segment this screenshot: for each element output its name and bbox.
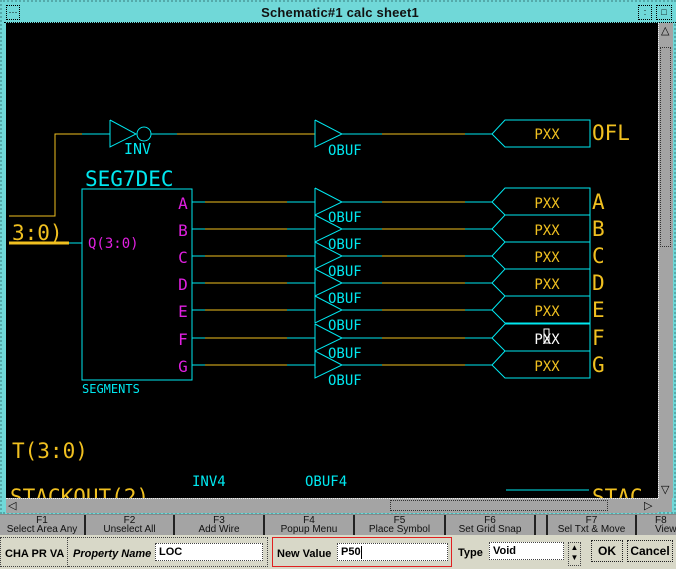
command-bar: CHA PR VA Property Name LOC New Value P5… (0, 535, 676, 569)
text-cursor (360, 545, 362, 559)
stackout-label: STACKOUT(2) (10, 485, 149, 498)
title-bar[interactable]: ⋯ Schematic#1 calc sheet1 : □ (4, 4, 676, 23)
decoder-bottom-label: SEGMENTS (82, 382, 140, 396)
obuf-label: OBUF (328, 291, 362, 307)
scroll-right-arrow-icon[interactable]: ▷ (644, 500, 652, 512)
inverter-bubble (136, 126, 152, 142)
obuf-label: OBUF (328, 143, 362, 159)
bus-t-label: T(3:0) (12, 439, 88, 463)
inverter-label: INV (124, 140, 151, 158)
property-name-label: Property Name (73, 548, 152, 560)
inv4-label: INV4 (192, 474, 226, 490)
horizontal-scroll-thumb[interactable] (390, 500, 608, 511)
new-value-text: P50 (341, 546, 361, 558)
decoder-output-pin: D (178, 275, 188, 294)
decoder-name: SEG7DEC (85, 167, 174, 191)
new-value-label: New Value (277, 548, 332, 560)
fkey-f1[interactable]: F1 Select Area Any (0, 515, 86, 536)
fkey-label: Add Wire (198, 524, 240, 535)
schematic-window: ⋯ Schematic#1 calc sheet1 : □ INV OBUF PXX… (0, 0, 676, 514)
fkey-label: View (655, 524, 676, 535)
pad-loc-label: PXX (534, 196, 560, 212)
net-name-label: A (592, 190, 605, 214)
vertical-scrollbar[interactable]: △ ▽ (658, 23, 673, 498)
pad-loc-label: PXX (534, 223, 560, 239)
obuf-label: OBUF (328, 373, 362, 389)
fkey-f3[interactable]: F3 Add Wire (175, 515, 265, 536)
decoder-output-pin: G (178, 357, 188, 376)
spinner-up-icon[interactable]: ▲ (569, 543, 580, 553)
fkey-label: Sel Txt & Move (557, 524, 626, 535)
obuf-label: OBUF (328, 210, 362, 226)
partial-net-label: STAC (592, 485, 643, 498)
command-name: CHA PR VA (5, 548, 65, 560)
net-name-label: OFL (592, 121, 630, 145)
property-name-cell: Property Name LOC (68, 537, 268, 567)
input-bus-label: 3:0) (12, 221, 63, 245)
net-name-label: B (592, 217, 605, 241)
selected-pad-loc-label: PXX (534, 332, 560, 348)
obuf-label: OBUF (328, 264, 362, 280)
fkey-f2[interactable]: F2 Unselect All (86, 515, 175, 536)
type-field[interactable]: Void (489, 542, 564, 560)
cancel-button[interactable]: Cancel (627, 540, 673, 562)
fkey-label: Place Symbol (368, 524, 431, 535)
decoder-output-pin: C (178, 248, 188, 267)
decoder-output-pin: F (178, 330, 188, 349)
new-value-input[interactable]: P50 (337, 543, 448, 561)
decoder-output-pin: B (178, 221, 188, 240)
net-name-label: C (592, 244, 605, 268)
net-name-label: G (592, 353, 605, 377)
function-key-bar: F1 Select Area Any F2 Unselect All F3 Add W… (0, 514, 676, 536)
fkey-f8[interactable]: F8 View (637, 515, 676, 536)
fkey-f5[interactable]: F5 Place Symbol (355, 515, 446, 536)
obuf-label: OBUF (328, 318, 362, 334)
fkey-f4[interactable]: F4 Popup Menu (265, 515, 355, 536)
scroll-up-arrow-icon[interactable]: △ (661, 25, 669, 37)
net-name-label: F (592, 326, 605, 350)
obuf4-label: OBUF4 (305, 474, 347, 490)
decoder-output-pin: E (178, 302, 188, 321)
window-title: Schematic#1 calc sheet1 (261, 5, 419, 20)
scroll-left-arrow-icon[interactable]: ◁ (8, 500, 16, 512)
obuf-label: OBUF (328, 237, 362, 253)
net-name-label: E (592, 298, 605, 322)
fkey-label: Popup Menu (280, 524, 338, 535)
schematic-drawing[interactable]: INV OBUFPXX OFL3:0)SEG7DECQ(3:0)SEGMENTSAB… (6, 23, 658, 498)
ok-button[interactable]: OK (591, 540, 623, 562)
pad-loc-label: PXX (534, 277, 560, 293)
schematic-canvas[interactable]: INV OBUF PXX OFL 3:0) SEG7DEC Q(3:0) SEGMENTS A B… (6, 23, 658, 498)
decoder-output-pin: A (178, 194, 188, 213)
maximize-icon[interactable]: □ (656, 5, 672, 20)
minimize-icon[interactable]: : (638, 5, 652, 20)
decoder-input-pin: Q(3:0) (88, 236, 139, 252)
spinner-down-icon[interactable]: ▼ (569, 553, 580, 563)
horizontal-scrollbar[interactable]: ◁ ▷ (6, 498, 658, 513)
obuf-label: OBUF (328, 346, 362, 362)
scrollbar-corner (658, 498, 672, 512)
type-label: Type (458, 547, 483, 559)
type-spinner[interactable]: ▲ ▼ (568, 542, 581, 566)
pad-loc-label: PXX (534, 359, 560, 375)
pad-loc-label: PXX (534, 250, 560, 266)
fkey-f7[interactable]: F7 Sel Txt & Move (546, 515, 637, 536)
fkey-label: Set Grid Snap (458, 524, 522, 535)
scroll-down-arrow-icon[interactable]: ▽ (661, 484, 669, 496)
pad-loc-label: PXX (534, 304, 560, 320)
vertical-scroll-thumb[interactable] (660, 47, 671, 247)
net-name-label: D (592, 271, 605, 295)
pad-loc-label: PXX (534, 127, 560, 143)
fkey-label: Select Area Any (6, 524, 78, 535)
property-name-input[interactable]: LOC (155, 543, 263, 561)
fkey-label: Unselect All (103, 524, 156, 535)
net-wire (9, 133, 82, 217)
fkey-f6[interactable]: F6 Set Grid Snap (446, 515, 536, 536)
decoder-symbol (81, 188, 193, 381)
command-cell: CHA PR VA (0, 537, 68, 567)
new-value-cell: New Value P50 (272, 537, 452, 567)
